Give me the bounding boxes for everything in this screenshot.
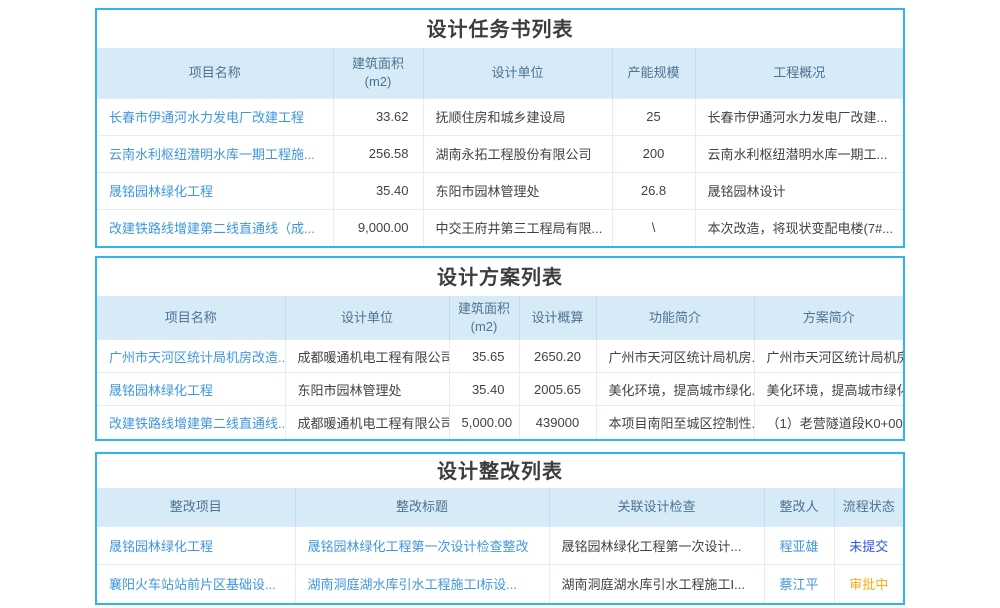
capacity-cell: 25 [612,98,695,135]
rectifier-link[interactable]: 蔡江平 [764,565,834,603]
design-task-grid: 项目名称 建筑面积 (m2) 设计单位 产能规模 工程概况 长春市伊通河水力发电… [97,48,903,246]
header-row: 整改项目 整改标题 关联设计检查 整改人 流程状态 [97,488,903,527]
col-header-project-name: 项目名称 [97,48,333,98]
overview-cell: 晟铭园林设计 [695,172,903,209]
function-brief-cell: 广州市天河区统计局机房... [596,340,754,373]
status-badge: 审批中 [834,565,903,603]
project-name-link[interactable]: 广州市天河区统计局机房改造... [97,340,285,373]
project-name-link[interactable]: 云南水利枢纽潜明水库一期工程施... [97,135,333,172]
design-unit-cell: 东阳市园林管理处 [423,172,612,209]
header-row: 项目名称 建筑面积 (m2) 设计单位 产能规模 工程概况 [97,48,903,98]
related-check-cell: 湖南洞庭湖水库引水工程施工I... [549,565,764,603]
col-header-project-name: 项目名称 [97,296,285,340]
col-header-overview: 工程概况 [695,48,903,98]
design-unit-cell: 成都暖通机电工程有限公司 [285,340,449,373]
capacity-cell: 26.8 [612,172,695,209]
col-header-estimate: 设计概算 [519,296,596,340]
building-area-cell: 33.62 [333,98,423,135]
estimate-cell: 2650.20 [519,340,596,373]
design-unit-cell: 东阳市园林管理处 [285,373,449,406]
col-header-design-unit: 设计单位 [285,296,449,340]
project-name-link[interactable]: 晟铭园林绿化工程 [97,373,285,406]
building-area-cell: 35.40 [449,373,519,406]
col-header-flow-status: 流程状态 [834,488,903,527]
related-check-cell: 晟铭园林绿化工程第一次设计... [549,527,764,565]
table-row: 改建铁路线增建第二线直通线（成... 9,000.00 中交王府井第三工程局有限… [97,209,903,246]
overview-cell: 云南水利枢纽潜明水库一期工... [695,135,903,172]
col-header-related-check: 关联设计检查 [549,488,764,527]
table-row: 襄阳火车站站前片区基础设... 湖南洞庭湖水库引水工程施工I标设... 湖南洞庭… [97,565,903,603]
col-header-rectify-title: 整改标题 [295,488,549,527]
design-unit-cell: 抚顺住房和城乡建设局 [423,98,612,135]
function-brief-cell: 美化环境，提高城市绿化... [596,373,754,406]
table-row: 改建铁路线增建第二线直通线... 成都暖通机电工程有限公司 5,000.00 4… [97,406,903,439]
estimate-cell: 439000 [519,406,596,439]
col-header-rectifier: 整改人 [764,488,834,527]
design-plan-table-title: 设计方案列表 [97,258,903,296]
building-area-cell: 256.58 [333,135,423,172]
col-header-building-area: 建筑面积 (m2) [333,48,423,98]
project-name-link[interactable]: 长春市伊通河水力发电厂改建工程 [97,98,333,135]
table-row: 晟铭园林绿化工程 东阳市园林管理处 35.40 2005.65 美化环境，提高城… [97,373,903,406]
header-row: 项目名称 设计单位 建筑面积 (m2) 设计概算 功能简介 方案简介 [97,296,903,340]
overview-cell: 长春市伊通河水力发电厂改建... [695,98,903,135]
estimate-cell: 2005.65 [519,373,596,406]
building-area-cell: 9,000.00 [333,209,423,246]
function-brief-cell: 本项目南阳至城区控制性... [596,406,754,439]
design-plan-table: 设计方案列表 项目名称 设计单位 建筑面积 (m2) 设计概算 功能简介 方案简… [95,256,905,441]
plan-brief-cell: 美化环境，提高城市绿化... [754,373,903,406]
project-name-link[interactable]: 改建铁路线增建第二线直通线... [97,406,285,439]
table-row: 晟铭园林绿化工程 35.40 东阳市园林管理处 26.8 晟铭园林设计 [97,172,903,209]
building-area-cell: 35.65 [449,340,519,373]
overview-cell: 本次改造，将现状变配电楼(7#... [695,209,903,246]
design-unit-cell: 湖南永拓工程股份有限公司 [423,135,612,172]
plan-brief-cell: 广州市天河区统计局机房... [754,340,903,373]
rectify-project-link[interactable]: 晟铭园林绿化工程 [97,527,295,565]
col-header-function-brief: 功能简介 [596,296,754,340]
col-header-plan-brief: 方案简介 [754,296,903,340]
col-header-building-area: 建筑面积 (m2) [449,296,519,340]
table-row: 广州市天河区统计局机房改造... 成都暖通机电工程有限公司 35.65 2650… [97,340,903,373]
capacity-cell: 200 [612,135,695,172]
design-rectify-table-title: 设计整改列表 [97,454,903,488]
building-area-cell: 35.40 [333,172,423,209]
col-header-capacity: 产能规模 [612,48,695,98]
table-row: 长春市伊通河水力发电厂改建工程 33.62 抚顺住房和城乡建设局 25 长春市伊… [97,98,903,135]
design-rectify-table: 设计整改列表 整改项目 整改标题 关联设计检查 整改人 流程状态 晟铭园林绿化工… [95,452,905,605]
table-row: 云南水利枢纽潜明水库一期工程施... 256.58 湖南永拓工程股份有限公司 2… [97,135,903,172]
rectify-title-link[interactable]: 晟铭园林绿化工程第一次设计检查整改 [295,527,549,565]
design-task-table-title: 设计任务书列表 [97,10,903,48]
design-rectify-grid: 整改项目 整改标题 关联设计检查 整改人 流程状态 晟铭园林绿化工程 晟铭园林绿… [97,488,903,603]
col-header-design-unit: 设计单位 [423,48,612,98]
rectifier-link[interactable]: 程亚雄 [764,527,834,565]
rectify-title-link[interactable]: 湖南洞庭湖水库引水工程施工I标设... [295,565,549,603]
table-row: 晟铭园林绿化工程 晟铭园林绿化工程第一次设计检查整改 晟铭园林绿化工程第一次设计… [97,527,903,565]
building-area-cell: 5,000.00 [449,406,519,439]
design-plan-grid: 项目名称 设计单位 建筑面积 (m2) 设计概算 功能简介 方案简介 广州市天河… [97,296,903,439]
rectify-project-link[interactable]: 襄阳火车站站前片区基础设... [97,565,295,603]
plan-brief-cell: （1）老营隧道段K0+000... [754,406,903,439]
project-name-link[interactable]: 晟铭园林绿化工程 [97,172,333,209]
design-unit-cell: 中交王府井第三工程局有限... [423,209,612,246]
design-unit-cell: 成都暖通机电工程有限公司 [285,406,449,439]
capacity-cell: \ [612,209,695,246]
status-badge: 未提交 [834,527,903,565]
design-task-table: 设计任务书列表 项目名称 建筑面积 (m2) 设计单位 产能规模 工程概况 长春… [95,8,905,248]
project-name-link[interactable]: 改建铁路线增建第二线直通线（成... [97,209,333,246]
page-content: 设计任务书列表 项目名称 建筑面积 (m2) 设计单位 产能规模 工程概况 长春… [95,8,905,605]
col-header-rectify-project: 整改项目 [97,488,295,527]
